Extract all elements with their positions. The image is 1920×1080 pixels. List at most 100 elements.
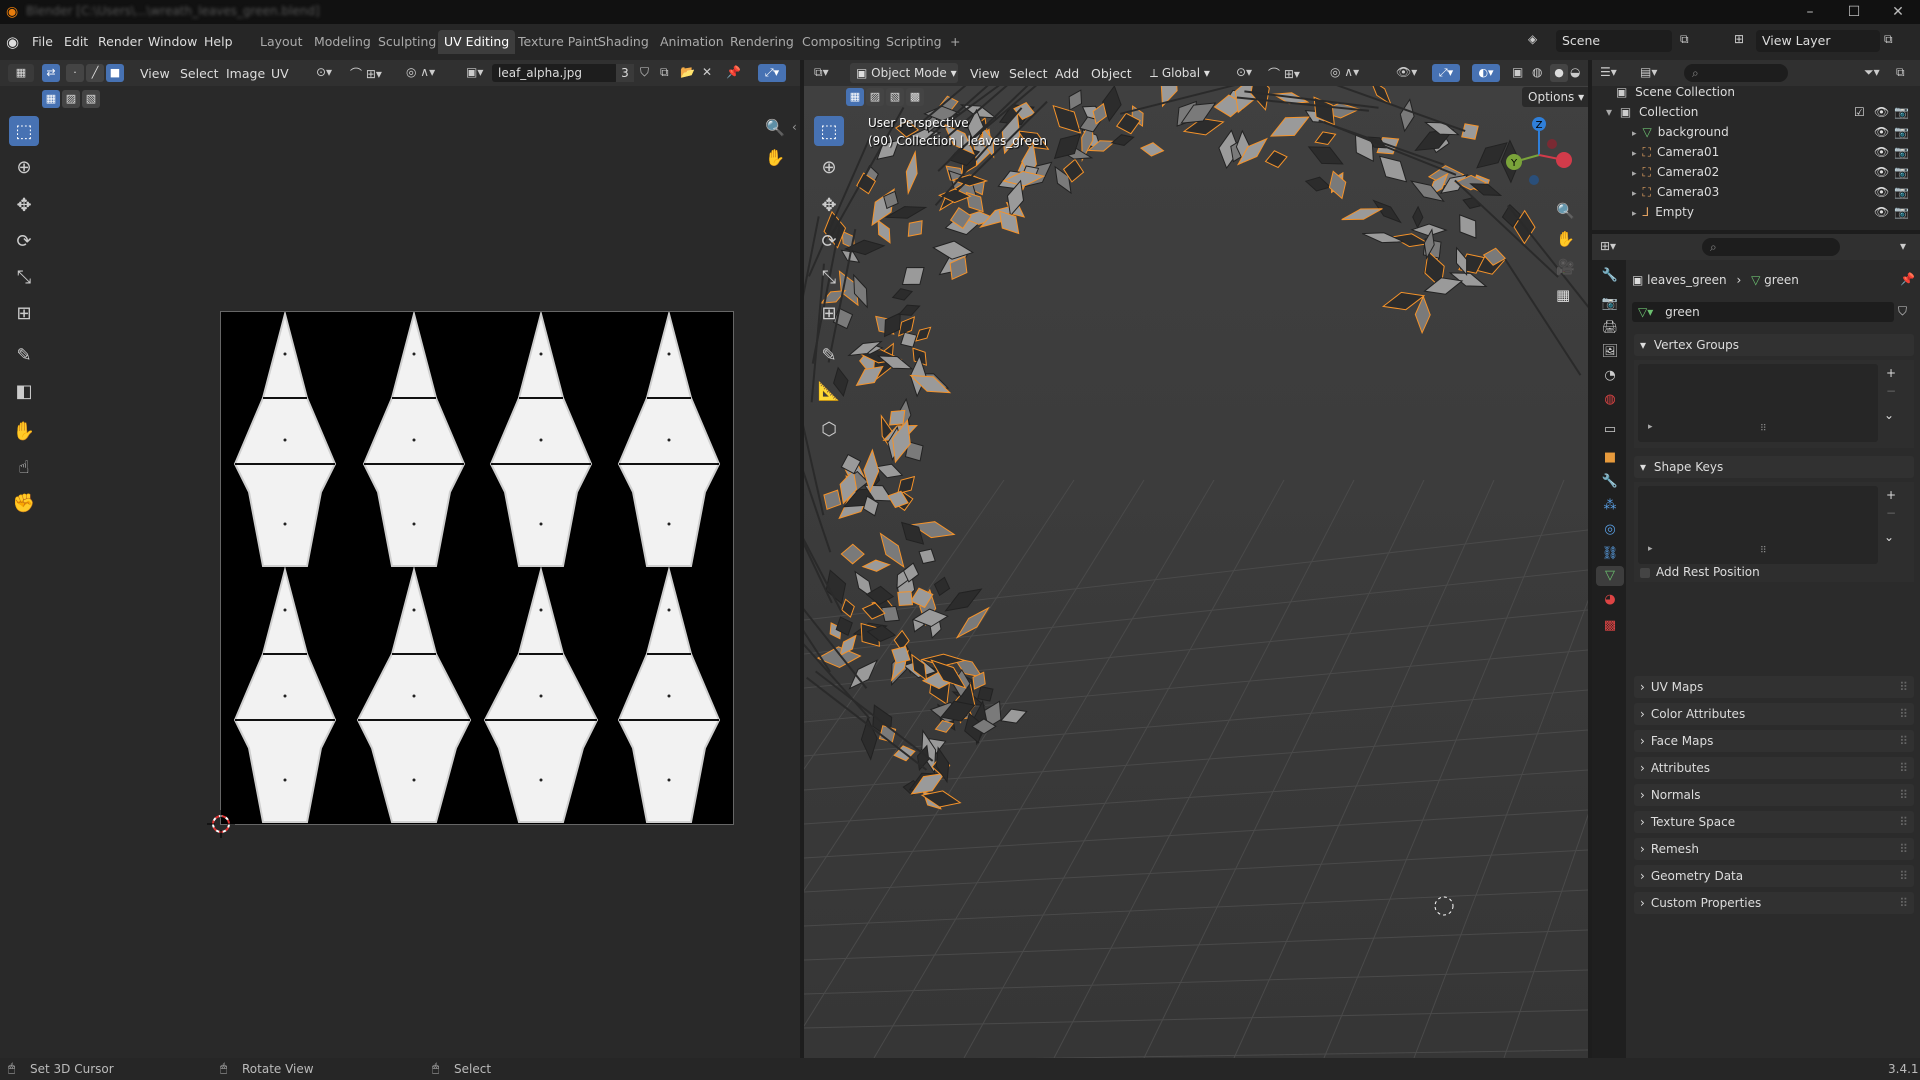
scene-tab-icon[interactable]: ◔	[1600, 366, 1620, 386]
drag-grip-icon[interactable]: ⠿	[1899, 865, 1908, 887]
relax-tool-icon[interactable]: ☝	[9, 452, 39, 482]
outliner-item-empty[interactable]: ▸ ⅃ Empty 👁 📷	[1592, 202, 1920, 222]
image-name-field[interactable]: leaf_alpha.jpg	[492, 64, 618, 82]
move-tool-icon[interactable]: ✥	[814, 190, 844, 220]
uv-menu-select[interactable]: Select	[180, 66, 219, 81]
open-image-icon[interactable]: 📂	[680, 65, 695, 79]
panel-geometry-data[interactable]: › Geometry Data ⠿	[1634, 865, 1914, 887]
panel-remesh[interactable]: › Remesh ⠿	[1634, 838, 1914, 860]
image-browse-icon[interactable]: ▣▾	[466, 65, 483, 79]
uv-menu-uv[interactable]: UV	[271, 66, 289, 81]
annotate-tool-icon[interactable]: ✎	[9, 340, 39, 370]
drag-grip-icon[interactable]: ⠿	[1899, 703, 1908, 725]
transform-tool-icon[interactable]: ⊞	[814, 298, 844, 328]
ortho-toggle-icon[interactable]: ▦	[1556, 286, 1570, 304]
mesh-data-tab-icon[interactable]: ▽	[1596, 566, 1624, 586]
vertex-select-icon[interactable]: ·	[66, 64, 84, 82]
gizmo-toggle-icon[interactable]: ⤢▾	[1432, 64, 1460, 82]
menu-help[interactable]: Help	[204, 34, 233, 49]
select-mode-invert-icon[interactable]: ▩	[906, 88, 924, 106]
tab-layout[interactable]: Layout	[254, 30, 309, 54]
visibility-eye-icon[interactable]: 👁	[1874, 102, 1889, 122]
pinch-tool-icon[interactable]: ✊	[9, 488, 39, 518]
proportional-edit-icon[interactable]: ◎ ∧▾	[406, 65, 435, 79]
select-mode-set-icon[interactable]: ▦	[42, 90, 60, 108]
camera-view-icon[interactable]: 🎥	[1556, 258, 1575, 276]
scene-type-icon[interactable]: ◈	[1528, 32, 1537, 46]
fake-user-icon[interactable]: ⛉	[640, 65, 649, 80]
options-dropdown[interactable]: Options ▾	[1522, 87, 1588, 107]
maximize-button[interactable]: ☐	[1834, 2, 1874, 22]
measure-tool-icon[interactable]: 📐	[814, 376, 844, 406]
tab-rendering[interactable]: Rendering	[724, 30, 800, 54]
uv-menu-image[interactable]: Image	[226, 66, 265, 81]
tab-animation[interactable]: Animation	[654, 30, 730, 54]
outliner-scene-collection[interactable]: ▣ Scene Collection	[1592, 82, 1920, 102]
mesh-browse-icon[interactable]: ▽▾	[1638, 305, 1653, 319]
add-vertex-group-icon[interactable]: +	[1886, 366, 1896, 380]
outliner[interactable]: ☰▾ ▤▾ ⌕ ⏷▾ ⧉ ▣ Scene Collection ▾ ▣ Coll…	[1592, 60, 1920, 230]
select-mode-extend-icon[interactable]: ▨	[62, 90, 80, 108]
tab-shading[interactable]: Shading	[592, 30, 655, 54]
render-tab-icon[interactable]: 📷	[1600, 294, 1620, 314]
add-rest-position-checkbox[interactable]	[1640, 568, 1650, 578]
outliner-search-input[interactable]: ⌕	[1684, 64, 1788, 82]
modifier-tab-icon[interactable]: 🔧	[1600, 472, 1620, 492]
menu-file[interactable]: File	[32, 34, 53, 49]
drag-grip-icon[interactable]: ⠿	[1899, 838, 1908, 860]
drag-grip-icon[interactable]: ⠿	[1899, 676, 1908, 698]
outliner-collection[interactable]: ▾ ▣ Collection ☑ 👁 📷	[1592, 102, 1920, 122]
cursor-tool-icon[interactable]: ⊕	[9, 152, 39, 182]
new-scene-icon[interactable]: ⧉	[1680, 32, 1689, 47]
properties-editor[interactable]: ⊞▾ ⌕ ▾ 🔧 📷 🖨 🖼 ◔ ◍ ▭ ■ 🔧 ⁂ ◎ ⛓ ▽ ◕ ▩ ▣ l…	[1592, 234, 1920, 1058]
particles-tab-icon[interactable]: ⁂	[1600, 496, 1620, 516]
drag-grip-icon[interactable]: ⠿	[1899, 892, 1908, 914]
add-shape-key-icon[interactable]: +	[1886, 488, 1896, 502]
render-camera-icon[interactable]: 📷	[1894, 162, 1909, 182]
add-workspace-button[interactable]: +	[944, 30, 966, 54]
new-collection-icon[interactable]: ⧉	[1896, 65, 1905, 80]
xray-icon[interactable]: ▣	[1512, 65, 1523, 79]
vp-menu-add[interactable]: Add	[1055, 66, 1079, 81]
display-mode-icon[interactable]: ▤▾	[1640, 65, 1657, 79]
pan-icon[interactable]: ✋	[1556, 230, 1575, 248]
shape-keys-list[interactable]: ▸ ⠿	[1638, 486, 1878, 564]
object-tab-icon[interactable]: ■	[1600, 448, 1620, 468]
blender-menu-icon[interactable]: ◉	[6, 33, 19, 51]
render-camera-icon[interactable]: 📷	[1894, 142, 1909, 162]
visibility-eye-icon[interactable]: 👁	[1874, 182, 1889, 202]
vp-menu-select[interactable]: Select	[1009, 66, 1048, 81]
uv-texture-image[interactable]	[220, 310, 734, 825]
sync-selection-icon[interactable]: ⇄	[42, 64, 60, 82]
expand-icon[interactable]: ▸	[1632, 169, 1637, 179]
move-tool-icon[interactable]: ✥	[9, 190, 39, 220]
tab-compositing[interactable]: Compositing	[796, 30, 886, 54]
grab-tool-icon[interactable]: ✋	[9, 416, 39, 446]
shape-key-specials-icon[interactable]: ⌄	[1884, 530, 1894, 544]
select-box-tool-icon[interactable]: ⬚	[814, 116, 844, 146]
drag-grip-icon[interactable]: ⠿	[1899, 730, 1908, 752]
add-cube-tool-icon[interactable]: ⬡	[814, 414, 844, 444]
menu-edit[interactable]: Edit	[64, 34, 88, 49]
outliner-item-background[interactable]: ▸ ▽ background 👁 📷	[1592, 122, 1920, 142]
proportional-edit-icon[interactable]: ◎ ∧▾	[1330, 65, 1359, 79]
visibility-eye-icon[interactable]: 👁	[1874, 122, 1889, 142]
navigation-gizmo[interactable]: Y Z	[1494, 110, 1584, 200]
properties-search-input[interactable]: ⌕	[1702, 238, 1840, 256]
annotate-tool-icon[interactable]: ✎	[814, 340, 844, 370]
constraints-tab-icon[interactable]: ⛓	[1600, 544, 1620, 564]
shading-solid-icon[interactable]: ●	[1550, 64, 1568, 82]
render-camera-icon[interactable]: 📷	[1894, 202, 1909, 222]
scale-tool-icon[interactable]: ⤡	[9, 262, 39, 292]
panel-normals[interactable]: › Normals ⠿	[1634, 784, 1914, 806]
new-view-layer-icon[interactable]: ⧉	[1884, 32, 1893, 47]
zoom-icon[interactable]: 🔍	[1556, 202, 1575, 220]
pin-icon[interactable]: 📌	[726, 65, 741, 79]
cursor-tool-icon[interactable]: ⊕	[814, 152, 844, 182]
panel-attributes[interactable]: › Attributes ⠿	[1634, 757, 1914, 779]
render-camera-icon[interactable]: 📷	[1894, 122, 1909, 142]
expand-icon[interactable]: ▸	[1632, 149, 1637, 159]
scene-selector[interactable]: Scene	[1556, 30, 1672, 52]
select-mode-subtract-icon[interactable]: ▧	[82, 90, 100, 108]
tweak-tool-icon[interactable]: ⬚	[9, 116, 39, 146]
